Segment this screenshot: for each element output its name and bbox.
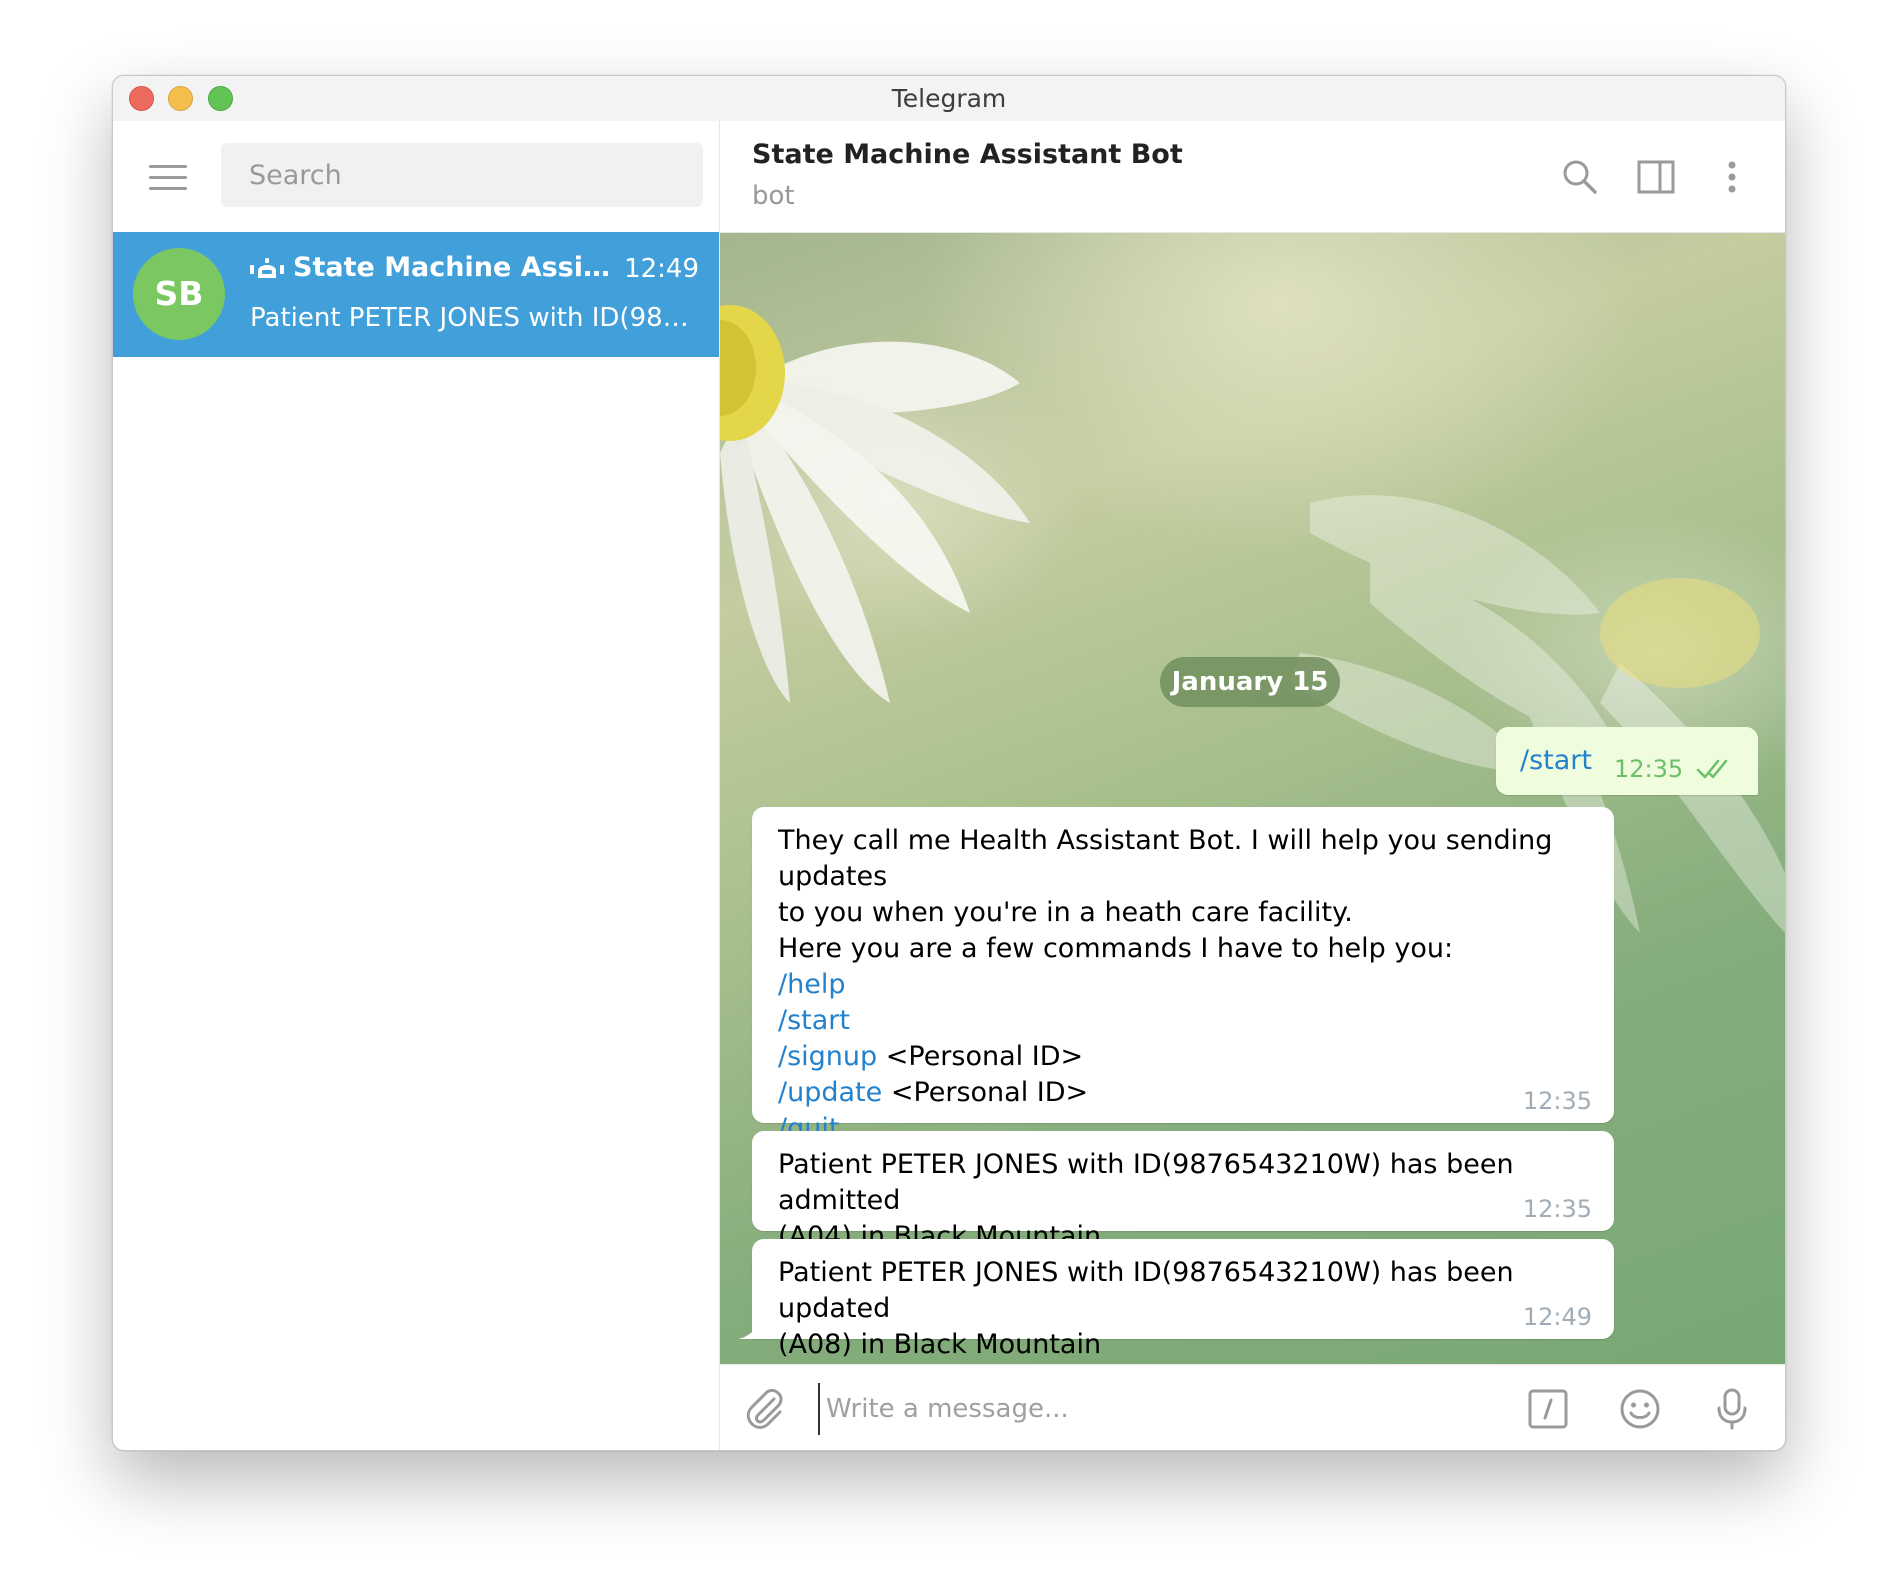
message-line: Patient PETER JONES with ID(9876543210W)… xyxy=(778,1257,1514,1324)
bot-icon xyxy=(250,258,284,278)
avatar: SB xyxy=(133,248,225,340)
message-line: They call me Health Assistant Bot. I wil… xyxy=(778,825,1553,892)
bot-commands-icon[interactable] xyxy=(1526,1387,1570,1431)
emoji-icon[interactable] xyxy=(1618,1387,1662,1431)
chat-title[interactable]: State Machine Assistant Bot xyxy=(752,139,1183,170)
chat-name: State Machine Assistant ... xyxy=(293,252,613,283)
message-time: 12:35 xyxy=(1522,1195,1592,1223)
chat-list-sidebar: SB State Machine Assistant ... 12:49 Pat… xyxy=(113,121,720,1450)
double-check-icon xyxy=(1696,759,1728,779)
chat-status: bot xyxy=(752,181,795,211)
command-link-update[interactable]: /update xyxy=(778,1077,882,1108)
paperclip-icon[interactable] xyxy=(744,1387,786,1431)
command-line: /start xyxy=(778,1003,1588,1039)
command-arg: <Personal ID> xyxy=(882,1077,1089,1108)
incoming-message[interactable]: They call me Health Assistant Bot. I wil… xyxy=(752,807,1614,1144)
command-link-start[interactable]: /start xyxy=(778,1005,850,1036)
message-history[interactable]: January 15 /start 12:35 They call me Hea… xyxy=(720,233,1785,1364)
microphone-icon[interactable] xyxy=(1710,1387,1754,1431)
message-composer xyxy=(720,1364,1785,1450)
chat-preview: Patient PETER JONES with ID(98765... xyxy=(250,303,698,333)
date-separator: January 15 xyxy=(1160,657,1340,707)
incoming-message[interactable]: Patient PETER JONES with ID(9876543210W)… xyxy=(752,1239,1614,1360)
outgoing-message[interactable]: /start 12:35 xyxy=(1496,727,1758,795)
more-vertical-icon[interactable] xyxy=(1712,157,1752,197)
message-line: (A08) in Black Mountain xyxy=(778,1329,1102,1360)
chat-time: 12:49 xyxy=(624,254,699,284)
command-link-help[interactable]: /help xyxy=(778,969,845,1000)
message-line: Here you are a few commands I have to he… xyxy=(778,933,1454,964)
command-arg: <Personal ID> xyxy=(877,1041,1084,1072)
incoming-message[interactable]: Patient PETER JONES with ID(9876543210W)… xyxy=(752,1131,1614,1252)
command-link-signup[interactable]: /signup xyxy=(778,1041,877,1072)
command-line: /update <Personal ID> xyxy=(778,1075,1588,1111)
message-line: Patient PETER JONES with ID(9876543210W)… xyxy=(778,1149,1514,1216)
hamburger-menu-icon[interactable] xyxy=(149,163,187,193)
message-time: 12:49 xyxy=(1522,1303,1592,1331)
sidebar-panel-icon[interactable] xyxy=(1636,157,1676,197)
window-title: Telegram xyxy=(891,84,1007,113)
chat-list-item-state-machine-bot[interactable]: SB State Machine Assistant ... 12:49 Pat… xyxy=(113,232,719,357)
command-line: /signup <Personal ID> xyxy=(778,1039,1588,1075)
message-time: 12:35 xyxy=(1522,1087,1592,1115)
outgoing-message-time: 12:35 xyxy=(1614,755,1684,783)
title-bar: Telegram xyxy=(113,76,1785,122)
chat-panel: State Machine Assistant Bot bot January … xyxy=(720,121,1785,1450)
message-input[interactable] xyxy=(818,1383,1448,1435)
chat-header: State Machine Assistant Bot bot xyxy=(720,121,1785,233)
command-line: /help xyxy=(778,967,1588,1003)
search-icon[interactable] xyxy=(1560,157,1600,197)
message-line: to you when you're in a heath care facil… xyxy=(778,897,1353,928)
search-input[interactable] xyxy=(221,143,703,207)
outgoing-message-text[interactable]: /start xyxy=(1520,745,1592,776)
telegram-window: Telegram SB State Machine Assistant ... … xyxy=(112,75,1786,1451)
bubble-tail xyxy=(738,1325,758,1339)
